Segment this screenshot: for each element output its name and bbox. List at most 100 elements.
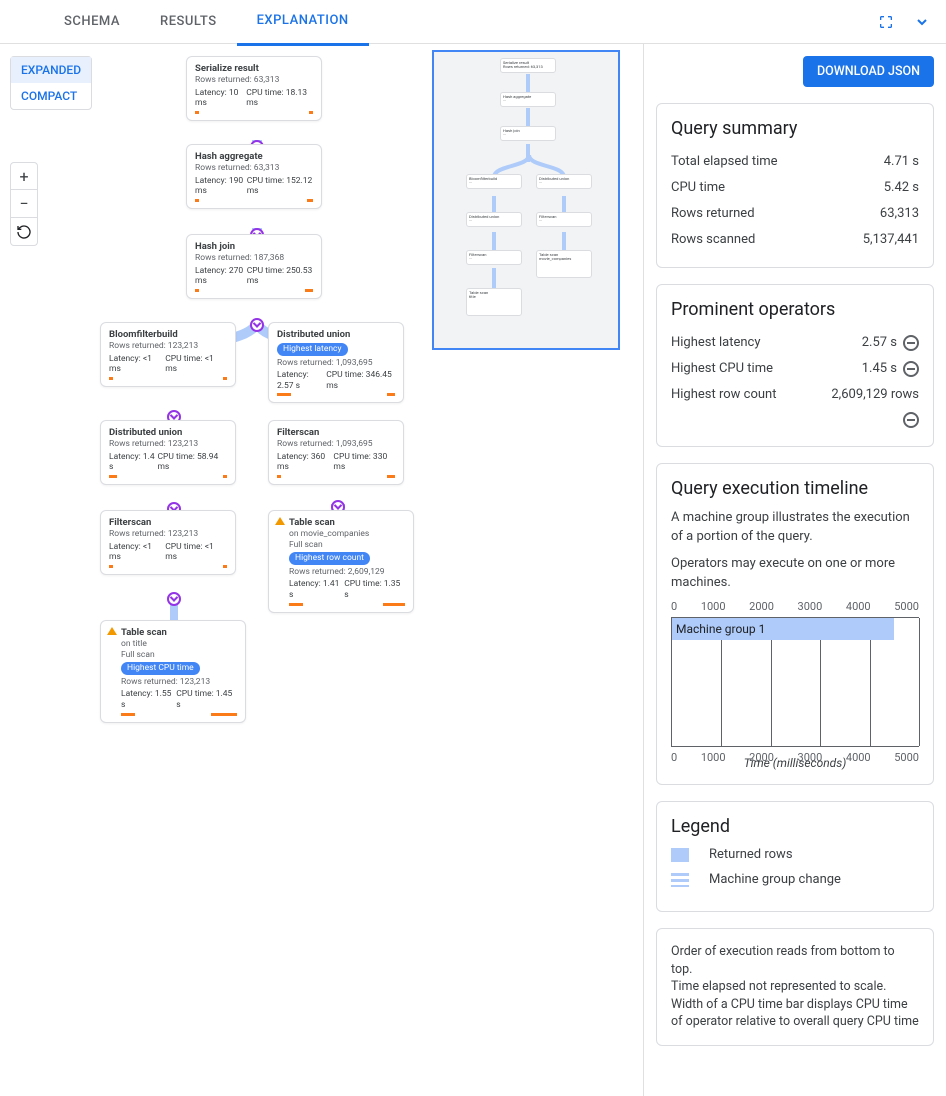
node-latency: Latency: 10 ms [195,88,246,109]
node-filterscan-2[interactable]: Filterscan Rows returned: 123,213 Latenc… [100,510,236,575]
node-cpu: CPU time: 1.45 s [176,689,237,710]
node-bloomfilterbuild[interactable]: Bloomfilterbuild Rows returned: 123,213 … [100,322,236,387]
explain-graph-canvas[interactable]: EXPANDED COMPACT + − [0,44,644,1096]
node-rows: Rows returned: 63,313 [195,163,313,174]
node-table-scan-title[interactable]: Table scan on title Full scan Highest CP… [100,620,246,723]
node-on: on title [121,639,237,650]
prominent-operators-card: Prominent operators Highest latency 2.57… [656,284,934,447]
legend-returned-label: Returned rows [709,847,793,862]
link-icon[interactable] [903,361,919,377]
node-rows: Rows returned: 2,609,129 [289,567,405,578]
tab-results[interactable]: RESULTS [140,0,237,44]
zoom-controls: + − [10,162,38,246]
summary-cpu-value: 5.42 s [884,175,919,201]
tick: 0 [671,600,677,613]
footer-line-3: Width of a CPU time bar displays CPU tim… [671,996,919,1031]
minimap[interactable]: Serialize resultRows returned: 63,313 Ha… [432,50,620,350]
view-compact[interactable]: COMPACT [11,83,91,109]
node-rows: Rows returned: 123,213 [109,529,227,540]
node-distributed-union-1[interactable]: Distributed union Highest latency Rows r… [268,322,404,403]
timeline-title: Query execution timeline [671,478,919,499]
node-title: Distributed union [277,329,395,341]
tag-highest-row-count: Highest row count [289,552,370,565]
node-filterscan-1[interactable]: Filterscan Rows returned: 1,093,695 Late… [268,420,404,485]
tick: 2000 [749,600,774,613]
node-latency: Latency: 270 ms [195,266,247,287]
node-cpu: CPU time: 58.94 ms [157,452,227,473]
zoom-reset-button[interactable] [10,218,38,246]
node-latency: Latency: 2.57 s [277,370,326,391]
node-rows: Rows returned: 187,368 [195,253,313,264]
node-table-scan-movie-companies[interactable]: Table scan on movie_companies Full scan … [268,510,414,613]
node-rows: Rows returned: 1,093,695 [277,358,395,369]
tab-schema[interactable]: SCHEMA [44,0,140,44]
view-expanded[interactable]: EXPANDED [11,57,91,83]
node-serialize-result[interactable]: Serialize result Rows returned: 63,313 L… [186,56,322,121]
summary-cpu-label: CPU time [671,175,725,201]
node-latency: Latency: <1 ms [109,542,165,563]
tick: 4000 [846,600,871,613]
tick: 4000 [846,751,871,764]
node-cpu: CPU time: 250.53 ms [247,266,313,287]
summary-rows-returned-label: Rows returned [671,201,755,227]
tick: 5000 [894,600,919,613]
highest-rows-label: Highest row count [671,382,776,408]
node-cpu: CPU time: 152.12 ms [247,176,313,197]
summary-title: Query summary [671,118,919,139]
node-latency: Latency: 1.41 s [289,579,344,600]
footer-note: Order of execution reads from bottom to … [656,928,934,1046]
node-title: Filterscan [109,517,227,529]
highest-cpu-label: Highest CPU time [671,356,773,382]
footer-line-2: Time elapsed not represented to scale. [671,978,919,996]
tab-bar: SCHEMA RESULTS EXPLANATION [0,0,946,44]
highest-rows-value: 2,609,129 rows [831,382,919,408]
node-distributed-union-2[interactable]: Distributed union Rows returned: 123,213… [100,420,236,485]
node-title: Distributed union [109,427,227,439]
download-json-button[interactable]: DOWNLOAD JSON [803,56,934,87]
node-hash-join[interactable]: Hash join Rows returned: 187,368 Latency… [186,234,322,299]
node-title: Hash aggregate [195,151,313,163]
tick: 5000 [894,751,919,764]
machine-group-1-bar[interactable]: Machine group 1 [672,618,894,640]
tick: 0 [671,751,677,764]
tick: 3000 [798,600,823,613]
node-cpu: CPU time: 346.45 ms [326,370,395,391]
node-cpu: CPU time: <1 ms [165,354,227,375]
tick: 3000 [798,751,823,764]
chevron-down-icon[interactable] [908,8,936,36]
node-cpu: CPU time: 330 ms [333,452,395,473]
node-latency: Latency: 360 ms [277,452,333,473]
highest-cpu-value: 1.45 s [862,356,897,382]
tag-highest-latency: Highest latency [277,343,348,356]
summary-rows-returned-value: 63,313 [880,201,919,227]
node-cpu: CPU time: 1.35 s [344,579,405,600]
zoom-out-button[interactable]: − [10,190,38,218]
legend-card: Legend Returned rows Machine group chang… [656,801,934,912]
legend-title: Legend [671,816,919,837]
warning-icon [275,517,285,525]
link-icon[interactable] [903,335,919,351]
node-latency: Latency: 1.55 s [121,689,176,710]
warning-icon [107,627,117,635]
highest-latency-value: 2.57 s [862,330,897,356]
node-latency: Latency: 190 ms [195,176,247,197]
footer-line-1: Order of execution reads from bottom to … [671,943,919,978]
node-title: Filterscan [277,427,395,439]
timeline-axis-bottom: 0 1000 2000 3000 4000 5000 [671,751,919,764]
node-rows: Rows returned: 123,213 [121,677,237,688]
summary-elapsed-value: 4.71 s [884,149,919,175]
legend-swatch-returned [671,848,689,862]
node-title: Serialize result [195,63,313,75]
tick: 2000 [749,751,774,764]
node-rows: Rows returned: 123,213 [109,341,227,352]
tab-explanation[interactable]: EXPLANATION [237,0,369,46]
fullscreen-icon[interactable] [872,8,900,36]
node-hash-aggregate[interactable]: Hash aggregate Rows returned: 63,313 Lat… [186,144,322,209]
node-rows: Rows returned: 63,313 [195,75,313,86]
collapse-toggle[interactable] [167,592,181,606]
link-icon[interactable] [903,412,919,428]
collapse-toggle[interactable] [250,318,264,332]
tick: 1000 [701,600,726,613]
timeline-desc-2: Operators may execute on one or more mac… [671,555,919,593]
zoom-in-button[interactable]: + [10,162,38,190]
